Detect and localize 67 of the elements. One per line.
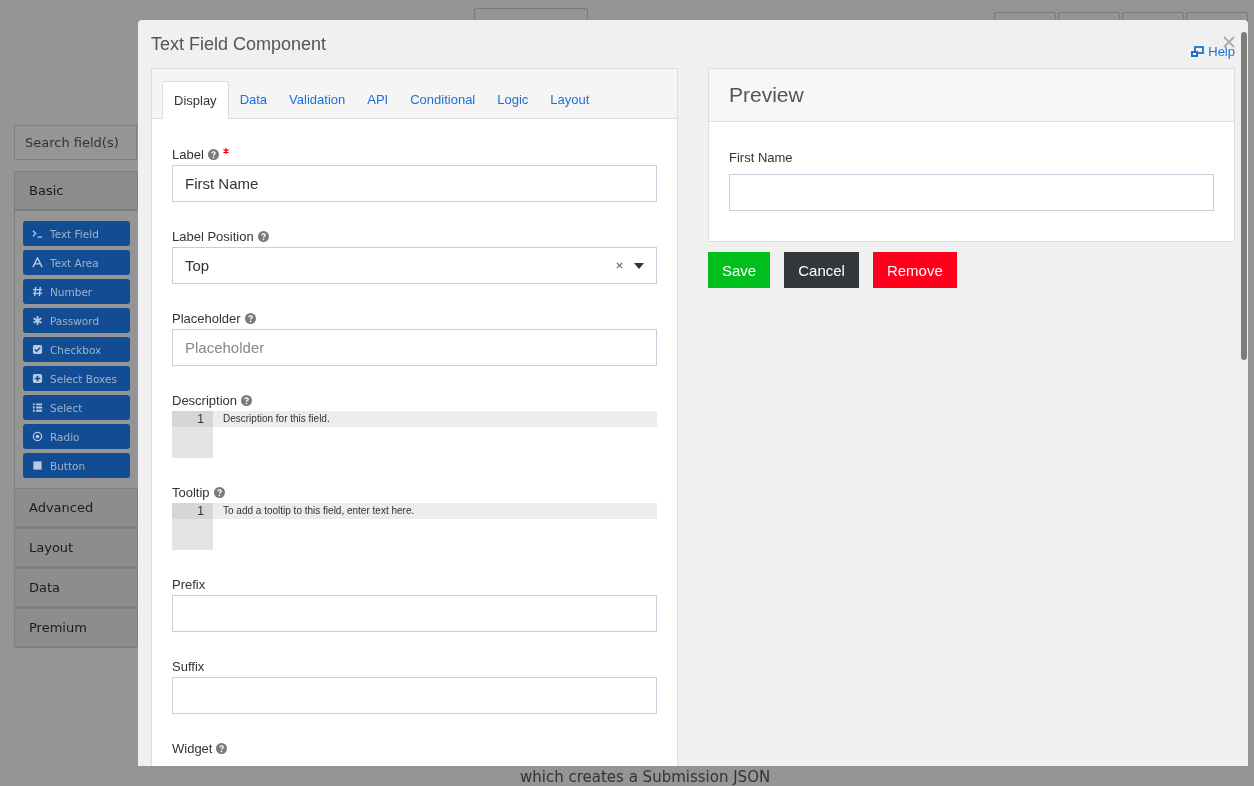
component-button[interactable]: Text Field (23, 221, 130, 246)
line-number: 1 (172, 503, 213, 519)
help-link[interactable]: Help (1190, 44, 1235, 59)
select-field[interactable]: Top (172, 247, 657, 284)
tab[interactable]: Validation (278, 81, 357, 118)
text-field[interactable] (172, 595, 657, 632)
line-number: 1 (172, 411, 213, 427)
search-field[interactable]: Search field(s) (14, 125, 137, 160)
component-group[interactable]: Advanced (14, 488, 138, 528)
list-icon (32, 402, 43, 413)
clear-icon[interactable] (615, 261, 624, 270)
field-label: Tooltip (172, 485, 210, 500)
hash-icon (32, 286, 43, 297)
component-group[interactable]: Basic (14, 171, 138, 211)
terminal-icon (32, 228, 43, 239)
field-label: Label (172, 147, 204, 162)
tab[interactable]: Conditional (399, 81, 487, 118)
code-editor[interactable]: 1 To add a tooltip to this field, enter text here. (172, 503, 657, 550)
tab[interactable]: Data (228, 81, 279, 118)
tab[interactable]: API (356, 81, 400, 118)
text-field[interactable]: Placeholder (172, 329, 657, 366)
tab[interactable]: Layout (539, 81, 601, 118)
tab[interactable]: Display (162, 81, 229, 119)
text-field[interactable] (172, 677, 657, 714)
component-group[interactable]: Layout (14, 528, 138, 568)
field-label: Label Position (172, 229, 254, 244)
tab[interactable]: Logic (486, 81, 540, 118)
checkbox-icon (32, 344, 43, 355)
action-button[interactable]: Remove (872, 252, 957, 288)
field-label: Prefix (172, 577, 206, 592)
dialog-title: Text Field Component (151, 33, 327, 55)
field-label: Description (172, 393, 238, 408)
code-editor[interactable]: 1 Description for this field. (172, 411, 657, 458)
component-button[interactable]: Select (23, 395, 130, 420)
component-button[interactable]: Select Boxes (23, 366, 130, 391)
panel-title: Preview (729, 83, 804, 107)
radio-icon (32, 431, 43, 442)
action-button[interactable]: Cancel (784, 252, 859, 288)
help-icon[interactable] (244, 313, 256, 324)
component-button[interactable]: Number (23, 279, 130, 304)
caret-icon[interactable] (634, 262, 644, 269)
component-group[interactable]: Data (14, 568, 138, 608)
help-icon[interactable] (207, 149, 219, 160)
square-icon (32, 460, 43, 471)
page-text: which creates a Submission JSON (520, 768, 771, 786)
component-button[interactable]: Text Area (23, 250, 130, 275)
plus-square-icon (32, 373, 43, 384)
component-button[interactable]: Checkbox (23, 337, 130, 362)
help-icon[interactable] (216, 743, 228, 754)
component-button[interactable]: Button (23, 453, 130, 478)
action-button[interactable]: Save (708, 252, 771, 288)
help-icon[interactable] (257, 231, 269, 242)
help-icon[interactable] (241, 395, 253, 406)
component-group[interactable]: Premium (14, 608, 138, 648)
scrollbar[interactable] (1241, 32, 1247, 360)
field-label: First Name (729, 150, 794, 165)
help-icon[interactable] (213, 487, 225, 498)
component-button[interactable]: Password (23, 308, 130, 333)
field-label: Widget (172, 741, 213, 756)
windows-icon (1190, 45, 1205, 58)
field-label: Suffix (172, 659, 205, 674)
component-button[interactable]: Radio (23, 424, 130, 449)
field-label: Placeholder (172, 311, 241, 326)
letter-icon (32, 257, 43, 268)
text-field[interactable]: First Name (172, 165, 657, 202)
text-field[interactable] (729, 174, 1214, 211)
asterisk-icon (32, 315, 43, 326)
